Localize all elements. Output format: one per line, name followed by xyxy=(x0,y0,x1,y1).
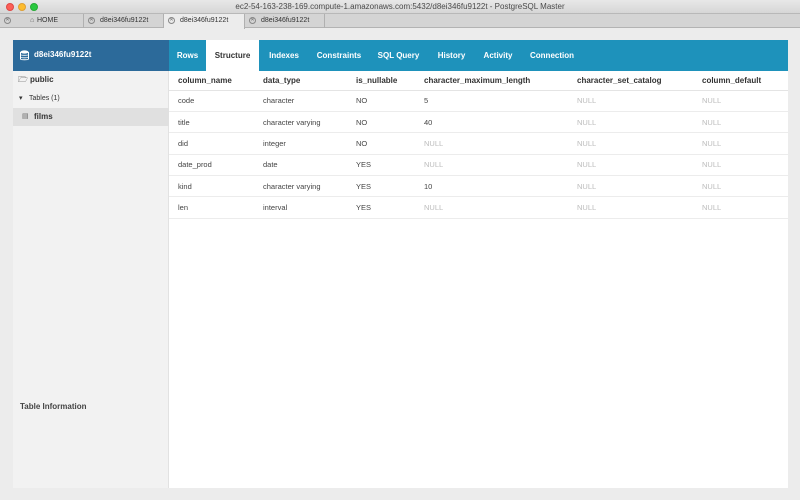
nav-constraints[interactable]: Constraints xyxy=(309,40,369,71)
structure-table: column_name data_type is_nullable charac… xyxy=(169,71,788,219)
cell[interactable]: NO xyxy=(347,90,415,112)
close-window-button[interactable] xyxy=(6,3,14,11)
home-icon: ⌂ xyxy=(30,17,35,24)
cell[interactable]: NULL xyxy=(415,154,568,177)
cell[interactable]: character varying xyxy=(254,175,347,198)
cell[interactable]: character xyxy=(254,90,347,112)
tab-close-icon[interactable]: ✕ xyxy=(4,17,11,24)
chevron-down-icon[interactable]: ▾ xyxy=(19,90,23,108)
cell[interactable]: NULL xyxy=(568,111,693,134)
table-item-films[interactable]: ▤ films xyxy=(13,108,169,126)
cell[interactable]: NULL xyxy=(415,132,568,155)
tab-close-icon[interactable]: ✕ xyxy=(88,17,95,24)
cell[interactable]: 40 xyxy=(415,111,568,134)
minimize-window-button[interactable] xyxy=(18,3,26,11)
cell[interactable]: character varying xyxy=(254,111,347,134)
cell[interactable]: NULL xyxy=(693,175,788,198)
main-panel: d8ei346fu9122t 🗁 public ▾ Tables (1) ▤ f… xyxy=(13,40,788,488)
schema-item-public[interactable]: 🗁 public xyxy=(13,71,169,89)
zoom-window-button[interactable] xyxy=(30,3,38,11)
cell[interactable]: NO xyxy=(347,111,415,134)
title-bar: ec2-54-163-238-169.compute-1.amazonaws.c… xyxy=(0,0,800,14)
schema-label: public xyxy=(30,75,54,84)
cell[interactable]: NULL xyxy=(693,196,788,219)
folder-open-icon: 🗁 xyxy=(18,75,28,84)
tab-database[interactable]: ✕ d8ei346fu9122t xyxy=(245,14,325,28)
database-name: d8ei346fu9122t xyxy=(34,50,92,59)
top-nav: Rows Structure Indexes Constraints SQL Q… xyxy=(169,40,788,71)
cell[interactable]: title xyxy=(169,111,254,134)
table-header-row: column_name data_type is_nullable charac… xyxy=(169,71,788,91)
tab-close-icon[interactable]: ✕ xyxy=(168,17,175,24)
header-character-set-catalog[interactable]: character_set_catalog xyxy=(568,71,693,91)
table-icon: ▤ xyxy=(22,113,29,120)
cell[interactable]: did xyxy=(169,132,254,155)
database-header[interactable]: d8ei346fu9122t xyxy=(13,40,169,71)
cell[interactable]: NULL xyxy=(693,132,788,155)
nav-connection[interactable]: Connection xyxy=(521,40,583,71)
table-row[interactable]: title character varying NO 40 NULL NULL xyxy=(169,111,788,134)
table-row[interactable]: date_prod date YES NULL NULL NULL xyxy=(169,154,788,177)
cell[interactable]: YES xyxy=(347,154,415,177)
cell[interactable]: YES xyxy=(347,196,415,219)
cell[interactable]: 5 xyxy=(415,90,568,112)
cell[interactable]: 10 xyxy=(415,175,568,198)
cell[interactable]: NULL xyxy=(568,175,693,198)
cell[interactable]: NULL xyxy=(568,90,693,112)
database-icon xyxy=(20,50,29,61)
nav-structure[interactable]: Structure xyxy=(206,40,259,71)
cell[interactable]: NULL xyxy=(415,196,568,219)
cell[interactable]: interval xyxy=(254,196,347,219)
tab-database-active[interactable]: ✕ d8ei346fu9122t xyxy=(164,14,245,29)
cell[interactable]: date xyxy=(254,154,347,177)
header-is-nullable[interactable]: is_nullable xyxy=(347,71,415,91)
nav-history[interactable]: History xyxy=(428,40,475,71)
table-row[interactable]: kind character varying YES 10 NULL NULL xyxy=(169,175,788,198)
cell[interactable]: NULL xyxy=(568,132,693,155)
window-title: ec2-54-163-238-169.compute-1.amazonaws.c… xyxy=(235,2,565,11)
tab-close-icon[interactable]: ✕ xyxy=(249,17,256,24)
tab-label: d8ei346fu9122t xyxy=(261,17,310,24)
nav-activity[interactable]: Activity xyxy=(475,40,521,71)
tab-bar: ✕ ⌂ HOME ✕ d8ei346fu9122t ✕ d8ei346fu912… xyxy=(0,14,800,29)
table-label: films xyxy=(34,112,53,121)
nav-sql-query[interactable]: SQL Query xyxy=(369,40,428,71)
cell[interactable]: date_prod xyxy=(169,154,254,177)
table-information-label[interactable]: Table Information xyxy=(20,402,87,411)
nav-rows[interactable]: Rows xyxy=(169,40,206,71)
table-row[interactable]: code character NO 5 NULL NULL xyxy=(169,90,788,112)
table-row[interactable]: len interval YES NULL NULL NULL xyxy=(169,196,788,219)
header-character-maximum-length[interactable]: character_maximum_length xyxy=(415,71,568,91)
tab-label: HOME xyxy=(37,17,58,24)
cell[interactable]: NO xyxy=(347,132,415,155)
header-column-name[interactable]: column_name xyxy=(169,71,254,91)
cell[interactable]: kind xyxy=(169,175,254,198)
cell[interactable]: NULL xyxy=(693,154,788,177)
table-row[interactable]: did integer NO NULL NULL NULL xyxy=(169,132,788,155)
tab-label: d8ei346fu9122t xyxy=(100,17,149,24)
sidebar: d8ei346fu9122t 🗁 public ▾ Tables (1) ▤ f… xyxy=(13,40,169,488)
header-column-default[interactable]: column_default xyxy=(693,71,788,91)
tab-database[interactable]: ✕ d8ei346fu9122t xyxy=(84,14,164,28)
header-data-type[interactable]: data_type xyxy=(254,71,347,91)
cell[interactable]: NULL xyxy=(693,111,788,134)
nav-indexes[interactable]: Indexes xyxy=(259,40,309,71)
tab-label: d8ei346fu9122t xyxy=(180,17,229,24)
cell[interactable]: len xyxy=(169,196,254,219)
cell[interactable]: NULL xyxy=(568,154,693,177)
cell[interactable]: code xyxy=(169,90,254,112)
tables-group[interactable]: ▾ Tables (1) xyxy=(13,90,169,108)
cell[interactable]: NULL xyxy=(568,196,693,219)
cell[interactable]: YES xyxy=(347,175,415,198)
cell[interactable]: integer xyxy=(254,132,347,155)
cell[interactable]: NULL xyxy=(693,90,788,112)
tab-home[interactable]: ✕ ⌂ HOME xyxy=(0,14,84,28)
tables-label: Tables (1) xyxy=(29,95,60,102)
